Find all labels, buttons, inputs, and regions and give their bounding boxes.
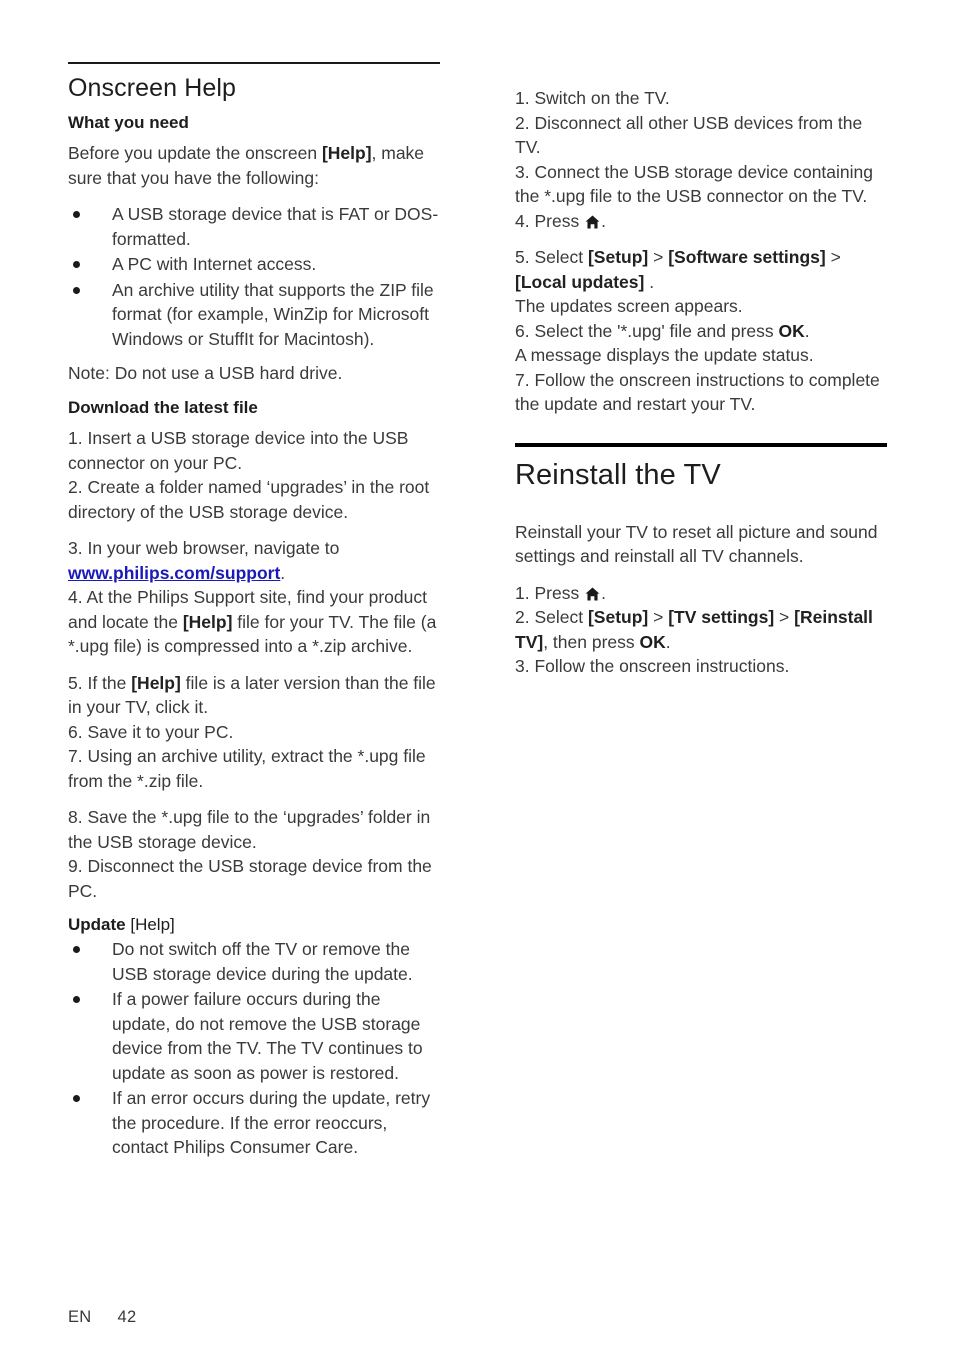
philips-support-link[interactable]: www.philips.com/support bbox=[68, 563, 280, 583]
list-item-label: An archive utility that supports the ZIP… bbox=[112, 279, 434, 349]
download-step-3: 3. In your web browser, navigate to www.… bbox=[68, 536, 440, 585]
left-column: Onscreen Help What you need Before you u… bbox=[68, 62, 440, 1170]
right-column: 1. Switch on the TV. 2. Disconnect all o… bbox=[515, 86, 887, 679]
download-steps-5-7: 5. If the [Help] file is a later version… bbox=[68, 671, 440, 794]
bullet-icon bbox=[73, 996, 80, 1004]
ok-key-token: OK bbox=[778, 320, 805, 341]
install-step-5: 5. Select [Setup] > [Software settings] … bbox=[515, 245, 887, 294]
list-item: An archive utility that supports the ZIP… bbox=[68, 278, 440, 352]
r-step2-prefix: 2. Select bbox=[515, 607, 588, 628]
list-item-label: A PC with Internet access. bbox=[112, 254, 317, 275]
step4-suffix: . bbox=[601, 210, 606, 231]
step5-prefix: 5. Select bbox=[515, 247, 588, 267]
install-step-6: 6. Select the '*.upg' file and press OK. bbox=[515, 319, 887, 344]
list-item: Do not switch off the TV or remove the U… bbox=[68, 937, 440, 986]
bullet-icon bbox=[73, 946, 80, 954]
install-steps-1-3: 1. Switch on the TV. 2. Disconnect all o… bbox=[515, 88, 873, 206]
heading-update-regular: [Help] bbox=[125, 915, 175, 935]
install-step-4: 4. Press . bbox=[515, 209, 887, 234]
intro-help-token: [Help] bbox=[321, 143, 372, 164]
menu-token-local-updates: [Local updates] bbox=[515, 271, 645, 292]
footer-language: EN bbox=[68, 1308, 92, 1326]
list-item: A USB storage device that is FAT or DOS-… bbox=[68, 202, 440, 251]
intro-before: Before you update the onscreen bbox=[68, 143, 322, 164]
step5-help-token: [Help] bbox=[131, 672, 181, 693]
r-step2-mid: , then press bbox=[543, 631, 640, 652]
r-step1-suffix: . bbox=[601, 582, 606, 603]
list-item-label: If an error occurs during the update, re… bbox=[112, 1088, 431, 1158]
update-warnings-list: Do not switch off the TV or remove the U… bbox=[68, 937, 440, 1160]
step5-suffix: . bbox=[644, 271, 655, 292]
heading-download-latest-file: Download the latest file bbox=[68, 397, 258, 417]
reinstall-step-2: 2. Select [Setup] > [TV settings] > [Rei… bbox=[515, 605, 887, 654]
page-title: Onscreen Help bbox=[68, 74, 237, 102]
bullet-icon bbox=[73, 1095, 80, 1103]
bullet-icon bbox=[73, 211, 80, 219]
step4-help-token: [Help] bbox=[182, 611, 233, 632]
heading-update-help: Update [Help] bbox=[68, 915, 440, 935]
download-steps-1-2: 1. Insert a USB storage device into the … bbox=[68, 428, 430, 522]
menu-token-setup: [Setup] bbox=[587, 247, 649, 267]
section-title-reinstall-tv: Reinstall the TV bbox=[515, 458, 721, 491]
after-step-6-note: A message displays the update status. bbox=[515, 345, 814, 365]
step5-gt-1: > bbox=[648, 247, 669, 267]
home-icon bbox=[585, 215, 600, 229]
r-step1-prefix: 1. Press bbox=[515, 582, 585, 603]
menu-token-setup: [Setup] bbox=[587, 607, 649, 628]
list-item-label: If a power failure occurs during the upd… bbox=[112, 989, 423, 1083]
r-step2-suffix: . bbox=[665, 631, 671, 652]
list-item-label: A USB storage device that is FAT or DOS-… bbox=[112, 204, 439, 249]
after-step-5-note: The updates screen appears. bbox=[515, 296, 743, 316]
heading-what-you-need: What you need bbox=[68, 112, 189, 132]
reinstall-step-1: 1. Press . bbox=[515, 581, 887, 606]
requirements-list: A USB storage device that is FAT or DOS-… bbox=[68, 202, 440, 351]
reinstall-intro: Reinstall your TV to reset all picture a… bbox=[515, 521, 878, 567]
r-step2-gt-1: > bbox=[648, 607, 669, 628]
bullet-icon bbox=[73, 286, 80, 294]
download-step-4: 4. At the Philips Support site, find you… bbox=[68, 585, 440, 659]
intro-paragraph: Before you update the onscreen [Help], m… bbox=[68, 141, 440, 190]
list-item-label: Do not switch off the TV or remove the U… bbox=[112, 939, 413, 984]
section-divider-top bbox=[68, 62, 440, 64]
note-paragraph: Note: Do not use a USB hard drive. bbox=[68, 363, 343, 384]
step6-prefix: 6. Select the '*.upg' file and press bbox=[515, 320, 779, 341]
r-step2-gt-2: > bbox=[774, 607, 795, 628]
heading-update-bold: Update bbox=[68, 915, 126, 935]
bullet-icon bbox=[73, 261, 80, 269]
step6-suffix: . bbox=[804, 320, 810, 341]
ok-key-token: OK bbox=[639, 631, 666, 652]
list-item: A PC with Internet access. bbox=[68, 252, 440, 277]
page-footer: EN 42 bbox=[68, 1308, 136, 1327]
step3-prefix: 3. In your web browser, navigate to bbox=[68, 538, 340, 559]
step3-suffix: . bbox=[280, 562, 286, 583]
list-item: If an error occurs during the update, re… bbox=[68, 1086, 440, 1160]
home-icon bbox=[585, 587, 600, 601]
menu-token-software-settings: [Software settings] bbox=[668, 247, 826, 267]
step4-prefix: 4. Press bbox=[515, 210, 585, 231]
footer-page-number: 42 bbox=[117, 1308, 137, 1326]
reinstall-step-3: 3. Follow the onscreen instructions. bbox=[515, 656, 790, 677]
install-step-7: 7. Follow the onscreen instructions to c… bbox=[515, 369, 880, 415]
list-item: If a power failure occurs during the upd… bbox=[68, 987, 440, 1085]
step5-part-a: 5. If the bbox=[68, 672, 132, 693]
section-divider-reinstall bbox=[515, 442, 887, 447]
menu-token-tv-settings: [TV settings] bbox=[668, 607, 775, 628]
document-page: Onscreen Help What you need Before you u… bbox=[0, 0, 954, 1354]
download-steps-8-9: 8. Save the *.upg file to the ‘upgrades’… bbox=[68, 807, 432, 901]
step5-gt-2: > bbox=[825, 247, 841, 267]
